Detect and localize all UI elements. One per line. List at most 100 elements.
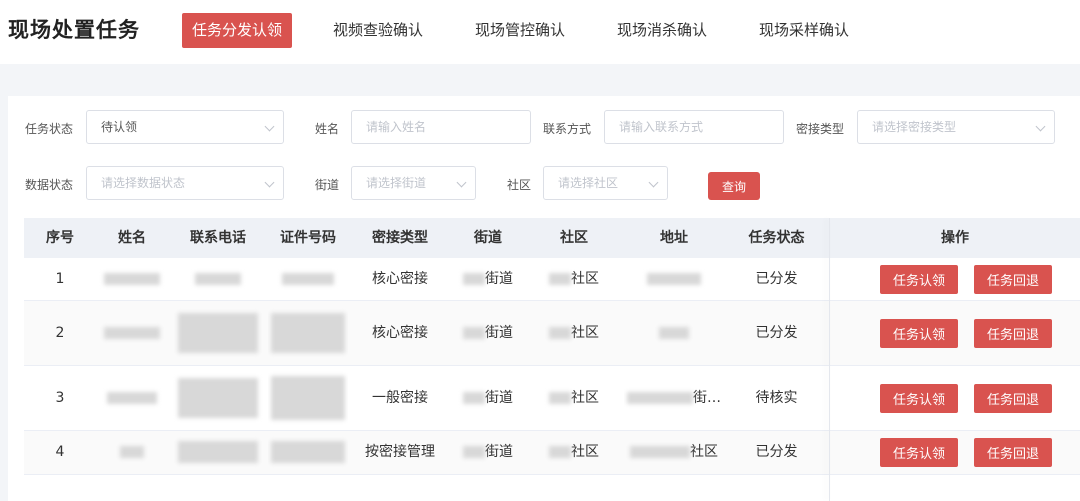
name-placeholder: 请输入姓名 [366,120,427,134]
table-header: 序号 姓名 联系电话 证件号码 密接类型 街道 社区 地址 任务状态 操作 [24,218,1080,258]
row-address: 街… [624,366,724,430]
col-id-number: 证件号码 [280,230,336,246]
row-phone-blurred [168,301,268,365]
row-phone-blurred [168,366,268,430]
table-row: 3 一般密接 街道 社区 街… 待核实 任务认领 任务回退 [24,366,1080,431]
task-status-label: 任务状态 [25,122,74,136]
col-name: 姓名 [118,230,146,246]
chevron-down-icon [253,167,283,199]
col-actions: 操作 [941,230,969,246]
row-contact-type: 核心密接 [372,325,428,341]
row-index: 2 [55,325,65,341]
row-task-status: 待核实 [755,390,798,406]
row-street: 街道 [452,301,524,365]
return-task-button[interactable]: 任务回退 [974,438,1052,467]
contact-placeholder: 请输入联系方式 [619,120,704,134]
row-name-blurred [96,431,168,474]
tab-task-dispatch[interactable]: 任务分发认领 [182,13,293,48]
row-id-blurred [268,431,348,474]
row-community: 社区 [524,258,624,300]
community-label: 社区 [507,178,532,192]
return-task-button[interactable]: 任务回退 [974,319,1052,348]
data-status-label: 数据状态 [25,178,74,192]
task-status-select[interactable]: 待认领 [86,110,284,144]
row-street: 街道 [452,366,524,430]
street-select[interactable]: 请选择街道 [351,166,476,200]
col-phone: 联系电话 [190,230,246,246]
tab-video-check[interactable]: 视频查验确认 [323,13,433,48]
chevron-down-icon [253,111,283,143]
row-name-blurred [96,301,168,365]
row-id-blurred [268,301,348,365]
row-community-suffix: 社区 [571,271,599,287]
row-community-suffix: 社区 [571,444,599,460]
row-community-suffix: 社区 [571,325,599,341]
row-address: 社区 [624,431,724,474]
row-street: 街道 [452,431,524,474]
row-street-suffix: 街道 [485,325,513,341]
row-contact-type: 按密接管理 [365,444,435,460]
claim-task-button[interactable]: 任务认领 [880,384,958,413]
claim-task-button[interactable]: 任务认领 [880,265,958,294]
chevron-down-icon [637,167,667,199]
community-placeholder: 请选择社区 [558,176,619,190]
top-header: 现场处置任务 任务分发认领 视频查验确认 现场管控确认 现场消杀确认 现场采样确… [0,0,1080,64]
row-index: 3 [55,390,65,406]
table-row: 4 按密接管理 街道 社区 社区 已分发 任务认领 任务回退 [24,431,1080,475]
row-community: 社区 [524,431,624,474]
table-row: 2 核心密接 街道 社区 已分发 任务认领 任务回退 [24,301,1080,366]
row-address [624,258,724,300]
row-contact-type: 一般密接 [372,390,428,406]
return-task-button[interactable]: 任务回退 [974,384,1052,413]
name-input[interactable]: 请输入姓名 [351,110,531,144]
table-row: 1 核心密接 街道 社区 已分发 任务认领 任务回退 [24,258,1080,301]
row-phone-blurred [168,431,268,474]
col-task-status: 任务状态 [748,230,805,246]
col-index: 序号 [46,230,74,246]
community-select[interactable]: 请选择社区 [543,166,668,200]
task-status-value: 待认领 [101,120,138,134]
row-community: 社区 [524,366,624,430]
row-phone-blurred [168,258,268,300]
tab-site-control[interactable]: 现场管控确认 [465,13,575,48]
row-street-suffix: 街道 [485,271,513,287]
row-address-suffix: 社区 [690,444,718,460]
query-button[interactable]: 查询 [708,172,760,200]
row-index: 4 [55,444,65,460]
contact-type-placeholder: 请选择密接类型 [872,120,957,134]
row-street-suffix: 街道 [485,390,513,406]
row-community-suffix: 社区 [571,390,599,406]
row-task-status: 已分发 [755,444,798,460]
row-id-blurred [268,366,348,430]
tab-site-disinfection[interactable]: 现场消杀确认 [607,13,717,48]
col-address: 地址 [660,230,688,246]
row-address [624,301,724,365]
contact-input[interactable]: 请输入联系方式 [604,110,784,144]
row-street: 街道 [452,258,524,300]
name-label: 姓名 [315,122,340,136]
street-label: 街道 [315,178,340,192]
row-name-blurred [96,258,168,300]
content-panel: 任务状态 待认领 姓名 请输入姓名 联系方式 请输入联系方式 密接类型 请选择密… [8,96,1080,501]
actions-column-divider [829,218,830,501]
row-task-status: 已分发 [755,325,798,341]
data-status-select[interactable]: 请选择数据状态 [86,166,284,200]
tab-site-sampling[interactable]: 现场采样确认 [749,13,859,48]
chevron-down-icon [445,167,475,199]
row-id-blurred [268,258,348,300]
street-placeholder: 请选择街道 [366,176,427,190]
row-name-blurred [96,366,168,430]
col-community: 社区 [560,230,588,246]
chevron-down-icon [1024,111,1054,143]
return-task-button[interactable]: 任务回退 [974,265,1052,294]
col-street: 街道 [474,230,502,246]
claim-task-button[interactable]: 任务认领 [880,438,958,467]
claim-task-button[interactable]: 任务认领 [880,319,958,348]
contact-label: 联系方式 [543,122,592,136]
row-contact-type: 核心密接 [372,271,428,287]
row-street-suffix: 街道 [485,444,513,460]
contact-type-select[interactable]: 请选择密接类型 [857,110,1055,144]
contact-type-label: 密接类型 [796,122,845,136]
page-title: 现场处置任务 [8,18,140,42]
data-status-placeholder: 请选择数据状态 [101,176,186,190]
